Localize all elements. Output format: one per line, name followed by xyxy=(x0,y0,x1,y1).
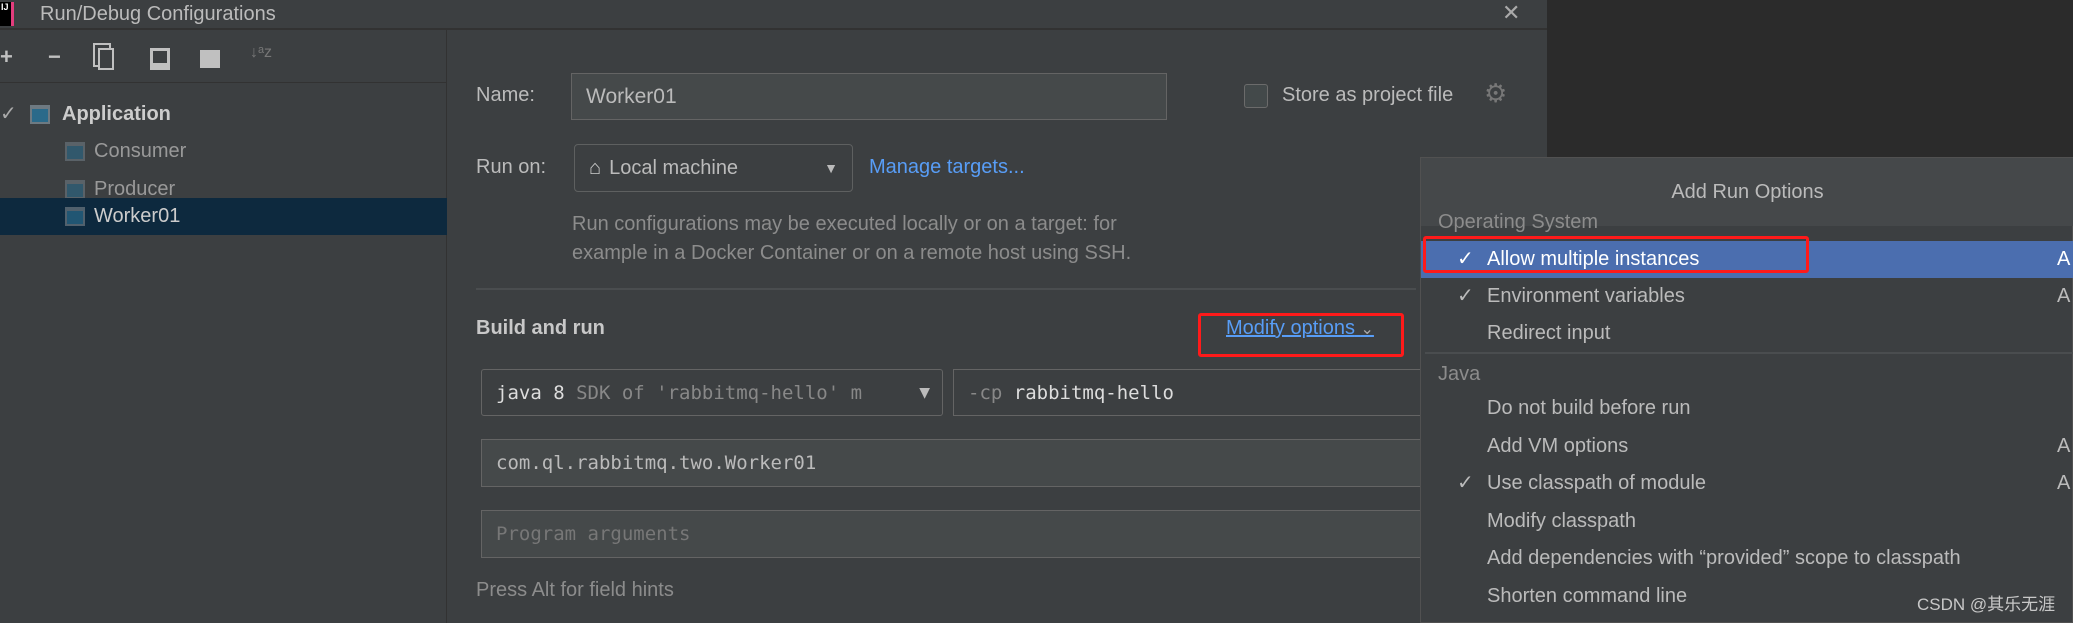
close-icon[interactable]: ✕ xyxy=(1502,0,1520,26)
run-on-dropdown[interactable]: ⌂ Local machine ▼ xyxy=(574,144,853,192)
chevron-down-icon: ▼ xyxy=(824,160,838,176)
group-header-java: Java xyxy=(1438,363,1481,385)
config-sidebar: + − ↓ᵃz ✓ Application Consumer Producer … xyxy=(0,30,447,623)
menu-item-add-provided-dependencies[interactable]: Add dependencies with “provided” scope t… xyxy=(1421,540,2073,577)
menu-item-environment-variables[interactable]: ✓ Environment variables A xyxy=(1421,278,2073,315)
run-on-description-line1: Run configurations may be executed local… xyxy=(572,213,1117,235)
field-hints-text: Press Alt for field hints xyxy=(476,579,674,601)
minus-icon[interactable]: − xyxy=(48,44,61,70)
annotation-box-allow-multiple-instances xyxy=(1423,236,1809,273)
main-class-input[interactable]: com.ql.rabbitmq.two.Worker01 xyxy=(481,439,1421,487)
program-arguments-input[interactable]: Program arguments xyxy=(481,510,1421,558)
manage-targets-link[interactable]: Manage targets... xyxy=(869,156,1025,179)
menu-item-label: Add dependencies with “provided” scope t… xyxy=(1487,547,1961,569)
annotation-box-modify-options xyxy=(1198,313,1404,357)
window-title: Run/Debug Configurations xyxy=(40,3,276,25)
sort-alpha-icon[interactable]: ↓ᵃz xyxy=(250,44,272,62)
run-on-label: Run on: xyxy=(476,156,547,178)
menu-item-add-vm-options[interactable]: Add VM options A xyxy=(1421,428,2073,465)
menu-item-shortcut: A xyxy=(2057,285,2071,307)
name-label: Name: xyxy=(476,84,535,106)
home-icon: ⌂ xyxy=(589,156,602,179)
application-icon xyxy=(65,180,85,199)
cp-prefix: -cp xyxy=(968,381,1003,404)
store-as-project-file-label[interactable]: Store as project file xyxy=(1282,84,1453,107)
title-bar: IJ Run/Debug Configurations ✕ xyxy=(0,0,1547,30)
separator xyxy=(1425,352,2073,354)
menu-item-label: Use classpath of module xyxy=(1487,472,1707,494)
menu-item-label: Add VM options xyxy=(1487,435,1629,457)
menu-item-redirect-input[interactable]: Redirect input xyxy=(1421,315,2073,352)
name-input[interactable]: Worker01 xyxy=(571,73,1167,120)
cp-module: rabbitmq-hello xyxy=(1002,381,1174,404)
run-debug-dialog: IJ Run/Debug Configurations ✕ + − ↓ᵃz ✓ … xyxy=(0,0,1547,623)
jdk-version: java 8 xyxy=(496,381,565,404)
new-folder-icon[interactable] xyxy=(200,50,220,68)
config-tree: ✓ Application Consumer Producer Worker01 xyxy=(0,82,447,235)
tree-node-label: Worker01 xyxy=(94,205,181,227)
jdk-description: SDK of 'rabbitmq-hello' m xyxy=(564,381,863,404)
chevron-down-icon: ▼ xyxy=(919,384,930,401)
menu-item-shortcut: A xyxy=(2057,435,2071,457)
check-icon: ✓ xyxy=(1457,472,1474,494)
menu-item-shortcut: A xyxy=(2057,248,2071,270)
run-on-description-line2: example in a Docker Container or on a re… xyxy=(572,242,1132,264)
chevron-down-icon[interactable]: ✓ xyxy=(0,96,17,133)
menu-item-use-classpath-of-module[interactable]: ✓ Use classpath of module A xyxy=(1421,465,2073,502)
menu-item-label: Do not build before run xyxy=(1487,397,1691,419)
copy-icon[interactable] xyxy=(98,48,114,70)
menu-item-shortcut: A xyxy=(2057,472,2071,494)
tree-node-worker01[interactable]: Worker01 xyxy=(0,198,447,235)
tree-node-label: Consumer xyxy=(94,140,187,162)
menu-item-label: Redirect input xyxy=(1487,322,1611,344)
menu-item-do-not-build[interactable]: Do not build before run xyxy=(1421,390,2073,427)
menu-item-label: Shorten command line xyxy=(1487,585,1688,607)
gear-icon[interactable]: ⚙ xyxy=(1484,78,1507,109)
jdk-dropdown[interactable]: java 8 SDK of 'rabbitmq-hello' m ▼ xyxy=(481,369,943,416)
build-and-run-heading: Build and run xyxy=(476,317,605,339)
menu-item-modify-classpath[interactable]: Modify classpath xyxy=(1421,503,2073,540)
store-as-project-file-checkbox[interactable] xyxy=(1244,84,1268,108)
separator xyxy=(476,288,1416,290)
menu-item-label: Environment variables xyxy=(1487,285,1685,307)
application-icon xyxy=(65,207,85,226)
plus-icon[interactable]: + xyxy=(0,44,13,70)
add-run-options-popup: Add Run Options Operating System ✓ Allow … xyxy=(1420,157,2073,623)
application-icon xyxy=(30,105,50,124)
group-header-operating-system: Operating System xyxy=(1438,211,1599,233)
classpath-module-dropdown[interactable]: -cp rabbitmq-hello xyxy=(953,369,1421,416)
save-icon[interactable] xyxy=(150,48,170,70)
run-on-value: Local machine xyxy=(609,156,739,179)
watermark: CSDN @其乐无涯 xyxy=(1917,595,2056,614)
check-icon: ✓ xyxy=(1457,285,1474,307)
tree-node-consumer[interactable]: Consumer xyxy=(0,133,447,170)
tree-node-label: Application xyxy=(62,103,171,125)
menu-item-label: Modify classpath xyxy=(1487,510,1636,532)
application-icon xyxy=(65,142,85,161)
tree-node-application[interactable]: ✓ Application xyxy=(0,96,447,133)
intellij-logo: IJ xyxy=(0,2,14,26)
